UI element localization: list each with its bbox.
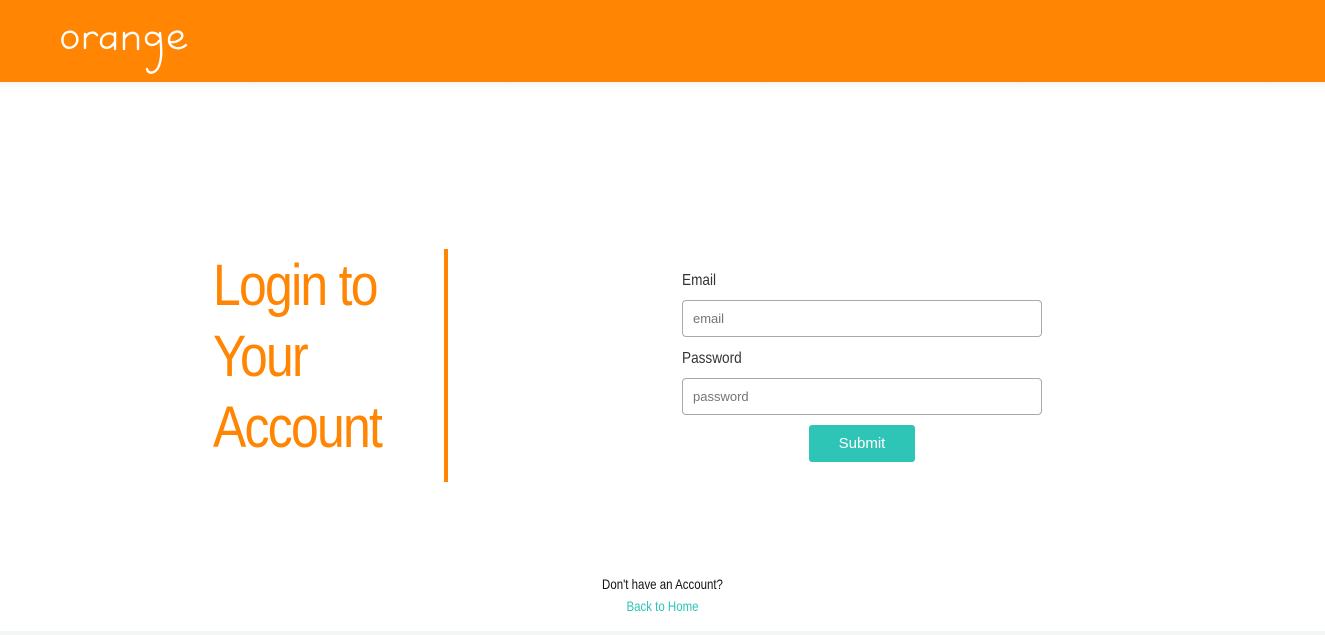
login-page: orange Login to	[0, 0, 1325, 635]
login-heading-line-2: Your	[213, 324, 309, 389]
submit-button[interactable]: Submit	[809, 425, 915, 462]
no-account-text: Don't have an Account?	[602, 576, 723, 592]
footer-strip	[0, 631, 1325, 635]
header-shadow	[0, 82, 1325, 90]
password-field[interactable]	[682, 378, 1042, 415]
back-to-home-link[interactable]: Back to Home	[119, 598, 1206, 614]
vertical-divider	[444, 249, 448, 482]
email-label: Email	[682, 272, 717, 289]
password-label: Password	[682, 350, 742, 367]
orange-logo[interactable]: orange	[58, 6, 208, 78]
email-field[interactable]	[682, 300, 1042, 337]
login-heading-line-1: Login to	[213, 253, 378, 318]
orange-logo-icon	[61, 30, 188, 74]
top-header-bar: orange	[0, 0, 1325, 82]
login-heading: Login to Your Account	[213, 250, 402, 463]
login-heading-line-3: Account	[213, 395, 383, 460]
